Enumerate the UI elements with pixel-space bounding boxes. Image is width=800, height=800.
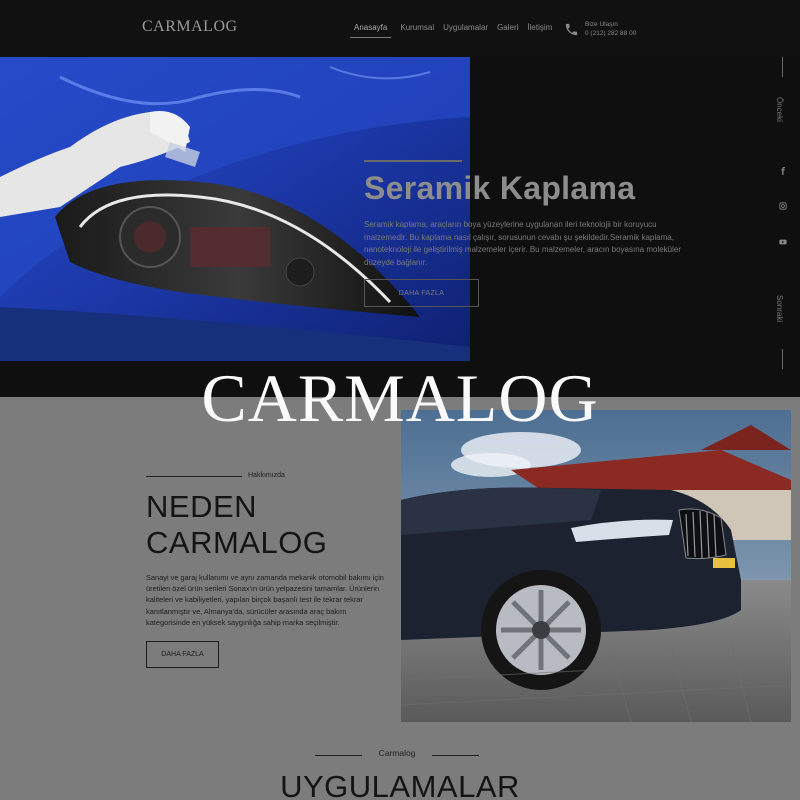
suv-image bbox=[401, 410, 791, 722]
hero-title: Seramik Kaplama bbox=[364, 170, 636, 206]
nav-item-uygulamalar[interactable]: Uygulamalar bbox=[443, 23, 488, 38]
about-section: Hakkımızda NEDEN CARMALOG Sanayi ve gara… bbox=[0, 397, 800, 800]
about-label-rule bbox=[146, 476, 242, 477]
hero-slider: Seramik Kaplama Seramik kaplama, araçlar… bbox=[0, 57, 800, 397]
about-title: NEDEN CARMALOG bbox=[146, 489, 327, 561]
about-title-line1: NEDEN bbox=[146, 489, 258, 524]
hero-more-button[interactable]: DAHA FAZLA bbox=[364, 279, 479, 307]
applications-label: Carmalog bbox=[378, 748, 416, 758]
slider-prev[interactable]: Önceki bbox=[775, 97, 784, 122]
facebook-icon[interactable] bbox=[779, 167, 787, 175]
site-header: CARMALOG Anasayfa Kurumsal Uygulamalar G… bbox=[0, 0, 800, 57]
contact-phone[interactable]: 0 (212) 282 88 00 bbox=[585, 29, 636, 38]
header-logo[interactable]: CARMALOG bbox=[142, 18, 238, 36]
nav-item-anasayfa[interactable]: Anasayfa bbox=[350, 23, 392, 38]
slider-rail: Önceki Sonraki bbox=[772, 57, 794, 397]
nav-item-iletisim[interactable]: İletişim bbox=[527, 23, 552, 38]
nav-item-kurumsal[interactable]: Kurumsal bbox=[400, 23, 434, 38]
about-title-line2: CARMALOG bbox=[146, 525, 328, 560]
overlay-logo: CARMALOG bbox=[201, 360, 599, 436]
hero-description: Seramik kaplama, araçların boya yüzeyler… bbox=[364, 220, 682, 267]
slider-next[interactable]: Sonraki bbox=[775, 295, 784, 322]
hero-car-image bbox=[0, 57, 470, 361]
hero-title-rule bbox=[364, 160, 462, 162]
rail-divider bbox=[782, 57, 783, 77]
about-more-button[interactable]: DAHA FAZLA bbox=[146, 641, 219, 668]
youtube-icon[interactable] bbox=[779, 238, 787, 246]
applications-title: UYGULAMALAR bbox=[280, 769, 520, 800]
about-description: Sanayi ve garaj kullanımı ve aynı zamand… bbox=[146, 573, 384, 627]
contact-label: Bize Ulaşın bbox=[585, 21, 618, 28]
applications-rule-right bbox=[432, 755, 479, 756]
phone-icon bbox=[565, 23, 578, 35]
about-label: Hakkımızda bbox=[248, 472, 285, 479]
nav-item-galeri[interactable]: Galeri bbox=[497, 23, 518, 38]
header-contact[interactable]: Bize Ulaşın 0 (212) 282 88 00 bbox=[564, 20, 636, 38]
applications-rule-left bbox=[315, 755, 362, 756]
instagram-icon[interactable] bbox=[779, 202, 787, 210]
main-nav: Anasayfa Kurumsal Uygulamalar Galeri İle… bbox=[350, 23, 552, 38]
